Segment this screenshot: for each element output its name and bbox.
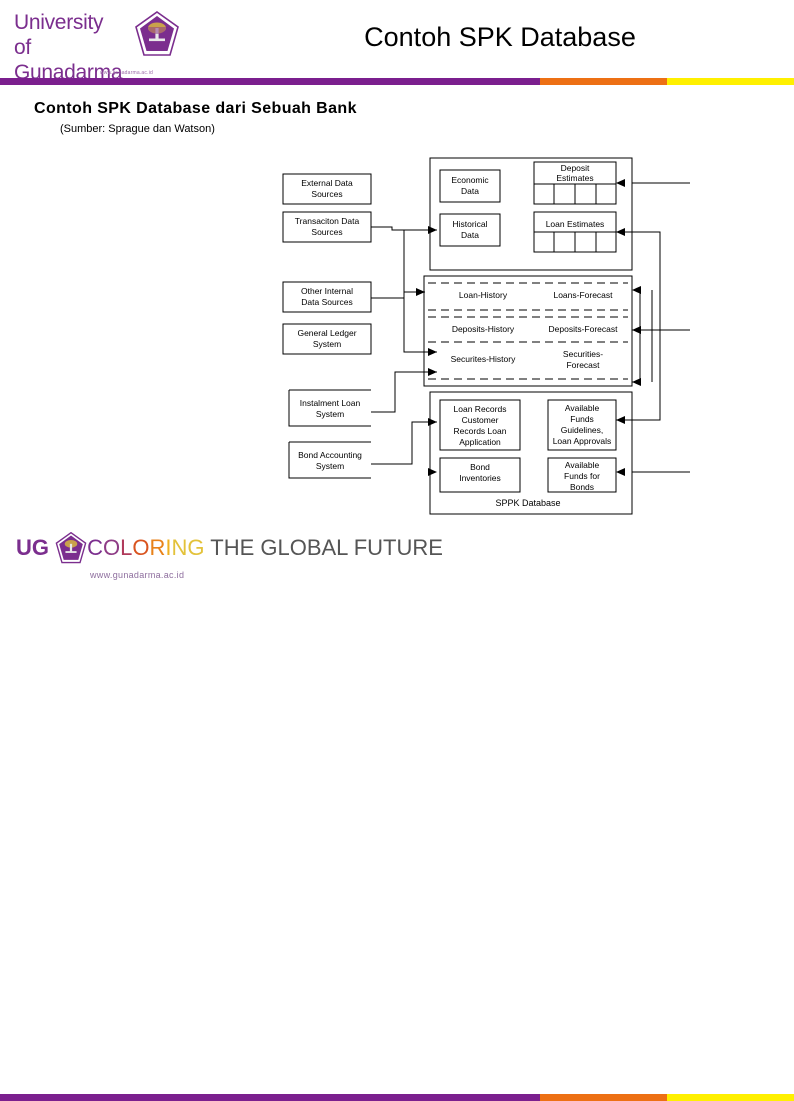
connector-right-securities-forecast (632, 290, 641, 383)
label-instalment-loan-l1: Instalment Loan (300, 398, 361, 408)
label-available-funds-bonds-l1: Available (565, 460, 600, 470)
divider-segment-yellow (666, 78, 794, 85)
label-loan-records-l4: Application (459, 437, 501, 447)
label-transaction-data-sources-l1: Transaciton Data (295, 216, 360, 226)
header-divider (0, 78, 794, 85)
box-bond-accounting-system (288, 442, 371, 479)
label-general-ledger-l2: System (313, 339, 341, 349)
footer-tagline-letter-1: O (103, 535, 121, 560)
footer-tagline-letter-6: N (171, 535, 188, 560)
label-available-funds-l1: Available (565, 403, 600, 413)
content-heading-block: Contoh SPK Database dari Sebuah Bank (Su… (34, 100, 357, 135)
label-general-ledger-l1: General Ledger (297, 328, 356, 338)
label-bond-inventories-l2: Inventories (459, 473, 501, 483)
label-bond-inventories-l1: Bond (470, 462, 490, 472)
page-title: Contoh SPK Database (364, 22, 636, 52)
label-historical-data-l2: Data (461, 230, 479, 240)
label-loan-records-l2: Customer (462, 415, 499, 425)
connector-sources-to-historical (371, 226, 437, 231)
footer-tagline-rest: THE GLOBAL FUTURE (210, 535, 443, 560)
content-source-note: (Sumber: Sprague dan Watson) (60, 123, 215, 135)
gunadarma-shield-icon (135, 11, 179, 56)
footer-tagline-letter-7: G (187, 535, 205, 560)
footer-tagline-letter-0: C (87, 535, 104, 560)
label-loans-forecast: Loans-Forecast (553, 290, 613, 300)
label-other-internal-l1: Other Internal (301, 286, 353, 296)
label-available-funds-l2: Funds (570, 414, 594, 424)
label-deposits-forecast: Deposits-Forecast (549, 324, 619, 334)
university-logo: University of Gunadarma www.gunadarma.ac… (14, 8, 182, 84)
slide-header: University of Gunadarma www.gunadarma.ac… (0, 0, 794, 90)
label-available-funds-bonds-l3: Bonds (570, 482, 594, 492)
divider-segment-purple (0, 1094, 540, 1101)
label-securities-forecast-l2: Forecast (566, 360, 600, 370)
gunadarma-shield-icon (55, 532, 87, 564)
label-economic-data-l2: Data (461, 186, 479, 196)
label-loan-records-l3: Records Loan (454, 426, 507, 436)
label-deposit-estimates-l2: Estimates (556, 173, 593, 183)
footer-tagline-letter-4: R (149, 535, 166, 560)
connector-bond-to-inventories (371, 464, 437, 472)
footer-url-text: www.gunadarma.ac.id (90, 570, 185, 580)
label-loan-records-l1: Loan Records (454, 404, 507, 414)
label-transaction-data-sources-l2: Sources (311, 227, 342, 237)
divider-segment-orange (539, 1094, 667, 1101)
label-deposit-estimates-l1: Deposit (561, 163, 590, 173)
box-instalment-loan-system (288, 390, 371, 427)
footer-tagline-letter-3: O (132, 535, 150, 560)
connector-bond-to-loanrecords (371, 421, 437, 465)
diagram-labels: External Data Sources Transaciton Data S… (295, 163, 618, 508)
connector-to-deposits-history (403, 298, 437, 353)
label-securities-forecast-l1: Securities- (563, 349, 603, 359)
label-external-data-sources-l2: Sources (311, 189, 342, 199)
content-subtitle: Contoh SPK Database dari Sebuah Bank (34, 100, 357, 117)
label-available-funds-l4: Loan Approvals (553, 436, 612, 446)
connector-ledger-to-deposits (371, 330, 425, 339)
label-loan-estimates: Loan Estimates (546, 219, 605, 229)
footer-tagline-letter-2: L (120, 535, 133, 560)
footer-ug-text: UG (16, 535, 49, 560)
connector-instalment-to-securities (371, 371, 437, 413)
label-bond-accounting-l1: Bond Accounting (298, 450, 362, 460)
label-historical-data-l1: Historical (453, 219, 488, 229)
logo-line-1: University (14, 11, 104, 34)
label-bond-accounting-l2: System (316, 461, 344, 471)
slide-footer: UG COLORING THE GLOBAL FUTURE www.gunada… (0, 528, 794, 1101)
logo-url-text: www.gunadarma.ac.id (100, 70, 153, 76)
label-loan-history: Loan-History (459, 290, 508, 300)
footer-divider (0, 1094, 794, 1101)
label-securities-history: Securites-History (451, 354, 516, 364)
label-other-internal-l2: Data Sources (301, 297, 353, 307)
label-available-funds-bonds-l2: Funds for (564, 471, 600, 481)
label-deposits-history: Deposits-History (452, 324, 515, 334)
label-external-data-sources-l1: External Data (301, 178, 353, 188)
divider-segment-purple (0, 78, 540, 85)
divider-segment-orange (539, 78, 667, 85)
label-sppk-database: SPPK Database (495, 498, 560, 508)
label-available-funds-l3: Guidelines, (561, 425, 604, 435)
divider-segment-yellow (666, 1094, 794, 1101)
spk-database-diagram: External Data Sources Transaciton Data S… (0, 150, 794, 530)
label-instalment-loan-l2: System (316, 409, 344, 419)
label-economic-data-l1: Economic (451, 175, 489, 185)
footer-tagline: UG COLORING THE GLOBAL FUTURE (16, 532, 443, 564)
